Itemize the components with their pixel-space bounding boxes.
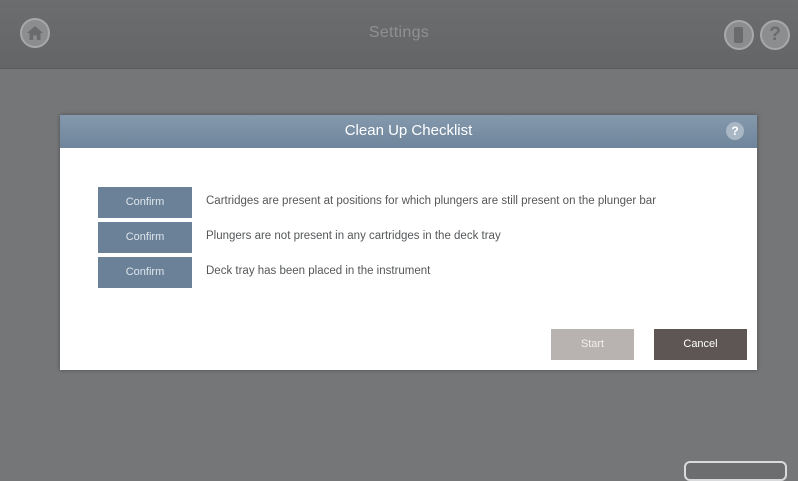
confirm-button[interactable]: Confirm <box>98 222 192 253</box>
checklist-item-text: Plungers are not present in any cartridg… <box>206 230 501 242</box>
checklist-item-text: Deck tray has been placed in the instrum… <box>206 265 431 277</box>
page-title: Settings <box>368 24 430 41</box>
confirm-button[interactable]: Confirm <box>98 257 192 288</box>
checklist-item-text: Cartridges are present at positions for … <box>206 195 657 207</box>
bottom-corner-button[interactable] <box>684 461 787 481</box>
help-button[interactable]: ? <box>760 20 790 50</box>
device-button[interactable] <box>724 20 754 50</box>
cancel-button[interactable]: Cancel <box>654 329 747 360</box>
dialog-title: Clean Up Checklist <box>344 122 473 139</box>
dialog-help-icon[interactable]: ? <box>726 122 744 140</box>
clean-up-checklist-dialog: Clean Up Checklist ? Confirm Cartridges … <box>60 115 757 370</box>
help-icon: ? <box>769 24 781 45</box>
start-button[interactable]: Start <box>551 329 634 360</box>
device-icon <box>734 27 743 43</box>
top-app-bar: Settings ? <box>0 0 798 69</box>
confirm-button[interactable]: Confirm <box>98 187 192 218</box>
dialog-header: Clean Up Checklist ? <box>60 115 757 148</box>
